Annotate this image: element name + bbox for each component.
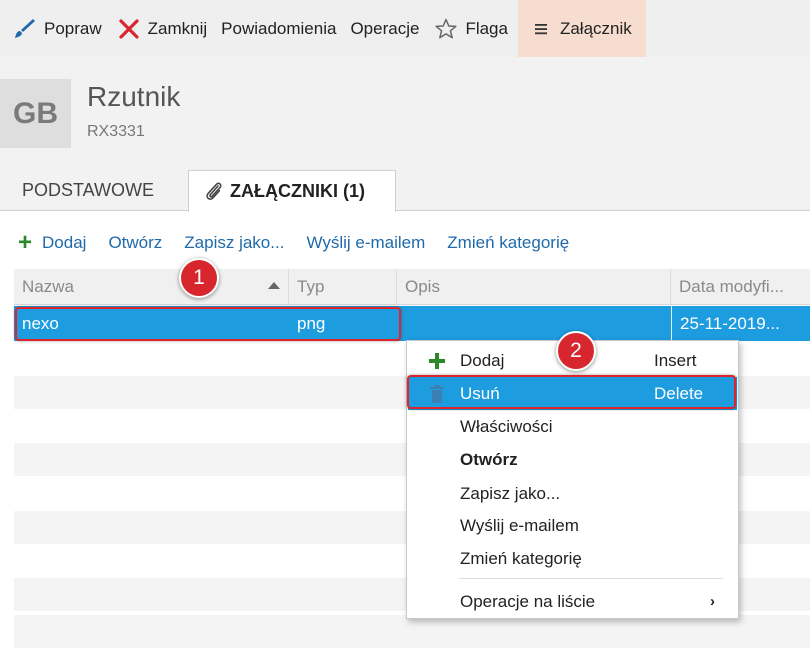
tab-attachments-label: ZAŁĄCZNIKI (1) <box>230 181 365 201</box>
menu-item-properties[interactable]: Właściwości <box>408 410 737 443</box>
close-icon <box>116 16 142 42</box>
avatar: GB <box>0 79 71 148</box>
change-category-button[interactable]: Zmień kategorię <box>447 233 569 253</box>
brush-icon <box>12 16 38 42</box>
menu-separator <box>459 578 723 579</box>
close-button-label: Zamknij <box>147 18 208 38</box>
column-header-type-label: Typ <box>297 277 325 296</box>
record-header: GB Rzutnik RX3331 <box>0 57 810 170</box>
menu-item-change-category[interactable]: Zmień kategorię <box>408 542 737 575</box>
tab-basic[interactable]: PODSTAWOWE <box>22 170 154 211</box>
flag-button[interactable]: Flaga <box>429 0 518 57</box>
menu-item-change-category-label: Zmień kategorię <box>460 548 582 568</box>
tab-attachments[interactable]: ZAŁĄCZNIKI (1) <box>188 170 396 212</box>
notifications-button[interactable]: Powiadomienia <box>217 0 346 57</box>
open-button[interactable]: Otwórz <box>108 233 162 253</box>
chevron-right-icon: › <box>710 593 715 610</box>
menu-item-open-label: Otwórz <box>460 449 518 469</box>
save-as-button[interactable]: Zapisz jako... <box>184 233 284 253</box>
send-email-button[interactable]: Wyślij e-mailem <box>306 233 425 253</box>
star-icon <box>433 16 459 42</box>
menu-item-save-as[interactable]: Zapisz jako... <box>408 477 737 510</box>
column-header-modified[interactable]: Data modyfi... <box>671 269 810 305</box>
menu-item-add-label: Dodaj <box>460 350 505 370</box>
paperclip-icon <box>201 179 227 205</box>
hamburger-icon <box>528 16 554 42</box>
highlight-delete-annotation <box>407 375 736 409</box>
page-subtitle: RX3331 <box>87 123 145 140</box>
column-header-description[interactable]: Opis <box>397 269 671 305</box>
grid-header: Nazwa Typ Opis Data modyfi... <box>14 269 810 305</box>
operations-button-label: Operacje <box>350 18 420 38</box>
step-badge-1: 1 <box>179 258 219 298</box>
edit-button[interactable]: Popraw <box>8 0 112 57</box>
menu-item-send-email-label: Wyślij e-mailem <box>460 515 579 535</box>
menu-item-send-email[interactable]: Wyślij e-mailem <box>408 509 737 542</box>
edit-button-label: Popraw <box>44 18 102 38</box>
notifications-button-label: Powiadomienia <box>221 18 337 38</box>
menu-item-list-operations-label: Operacje na liście <box>460 591 596 611</box>
menu-item-open[interactable]: Otwórz <box>408 443 737 476</box>
column-header-name[interactable]: Nazwa <box>14 269 289 305</box>
operations-button[interactable]: Operacje <box>346 0 429 57</box>
sort-ascending-icon <box>268 282 280 289</box>
step-badge-2: 2 <box>556 331 596 371</box>
cell-description <box>397 306 671 341</box>
column-header-modified-label: Data modyfi... <box>679 277 784 296</box>
empty-row <box>14 615 810 648</box>
cell-modified: 25-11-2019... <box>671 306 810 341</box>
add-button-label: Dodaj <box>42 233 87 252</box>
column-header-type[interactable]: Typ <box>289 269 397 305</box>
column-header-description-label: Opis <box>405 277 440 296</box>
column-header-name-label: Nazwa <box>22 277 74 296</box>
menu-item-list-operations[interactable]: Operacje na liście › <box>408 585 737 618</box>
add-button[interactable]: + Dodaj <box>18 231 86 255</box>
plus-icon: + <box>18 229 33 256</box>
page-title: Rzutnik <box>87 81 181 112</box>
plus-icon <box>426 350 448 372</box>
close-button[interactable]: Zamknij <box>112 0 218 57</box>
flag-button-label: Flaga <box>465 18 508 38</box>
attachment-button-label: Załącznik <box>559 18 632 38</box>
menu-item-add-shortcut: Insert <box>654 350 697 370</box>
menu-item-save-as-label: Zapisz jako... <box>460 483 561 503</box>
action-bar: + Dodaj Otwórz Zapisz jako... Wyślij e-m… <box>0 223 591 263</box>
highlight-row-annotation <box>15 307 401 341</box>
menu-item-properties-label: Właściwości <box>460 416 553 436</box>
attachment-button[interactable]: Załącznik <box>517 0 646 57</box>
toolbar: Popraw Zamknij Powiadomienia Operacje Fl… <box>0 0 810 57</box>
tab-bar: PODSTAWOWE ZAŁĄCZNIKI (1) <box>0 170 810 212</box>
